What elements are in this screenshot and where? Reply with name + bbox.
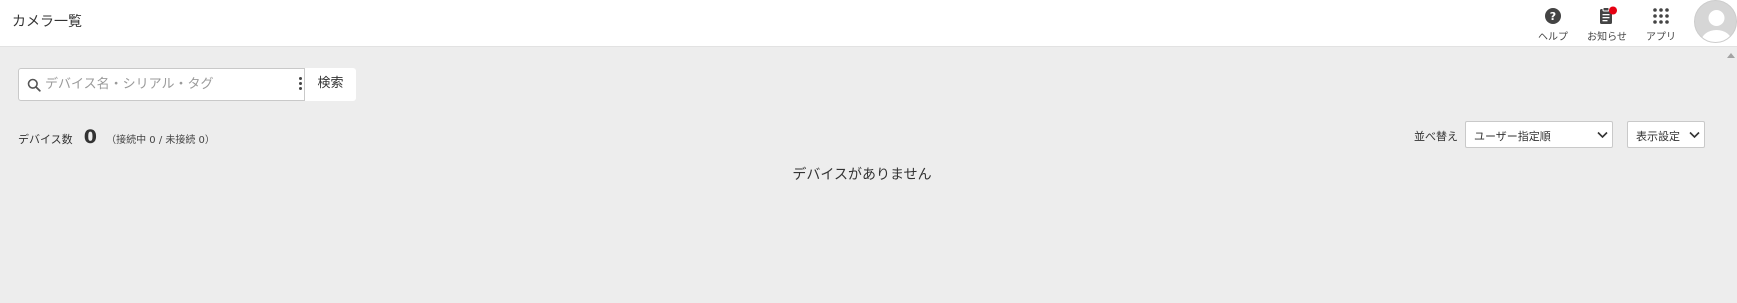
display-settings-label: 表示設定 [1636, 130, 1680, 143]
display-settings-button[interactable]: 表示設定 [1627, 121, 1705, 148]
device-count-label: デバイス数 [18, 133, 73, 146]
help-icon: ? [1531, 5, 1575, 27]
help-button[interactable]: ? ヘルプ [1531, 5, 1575, 43]
apps-grid-icon [1639, 5, 1683, 27]
chevron-down-icon [1689, 131, 1700, 139]
user-silhouette-icon [1701, 10, 1732, 42]
apps-button[interactable]: アプリ [1639, 5, 1683, 43]
search-button[interactable]: 検索 [304, 68, 356, 101]
news-label: お知らせ [1587, 32, 1627, 43]
news-button[interactable]: お知らせ [1585, 5, 1629, 43]
sort-select[interactable]: ユーザー指定順 [1465, 121, 1613, 148]
device-count: デバイス数 0 （接続中 0 / 未接続 0） [18, 126, 215, 148]
empty-state-message: デバイスがありません [792, 167, 932, 183]
apps-label: アプリ [1646, 32, 1676, 43]
page-title: カメラ一覧 [12, 14, 82, 30]
search-bar: 検索 [18, 68, 356, 101]
clipboard-icon [1585, 5, 1629, 27]
device-count-value: 0 [83, 126, 97, 148]
app-header: カメラ一覧 ? ヘルプ お知らせ アプリ [0, 0, 1737, 47]
search-input[interactable] [45, 72, 289, 97]
search-icon [27, 77, 41, 96]
notification-dot [1609, 6, 1617, 15]
vertical-scrollbar[interactable] [1724, 48, 1737, 303]
device-connection-detail: （接続中 0 / 未接続 0） [106, 135, 215, 146]
scroll-up-arrow-icon[interactable] [1727, 53, 1735, 58]
sort-label: 並べ替え [1414, 130, 1458, 143]
chevron-down-icon [1597, 131, 1608, 139]
svg-text:?: ? [1550, 10, 1556, 23]
help-label: ヘルプ [1538, 32, 1568, 43]
user-avatar[interactable] [1694, 0, 1737, 43]
sort-selected-value: ユーザー指定順 [1474, 130, 1551, 143]
